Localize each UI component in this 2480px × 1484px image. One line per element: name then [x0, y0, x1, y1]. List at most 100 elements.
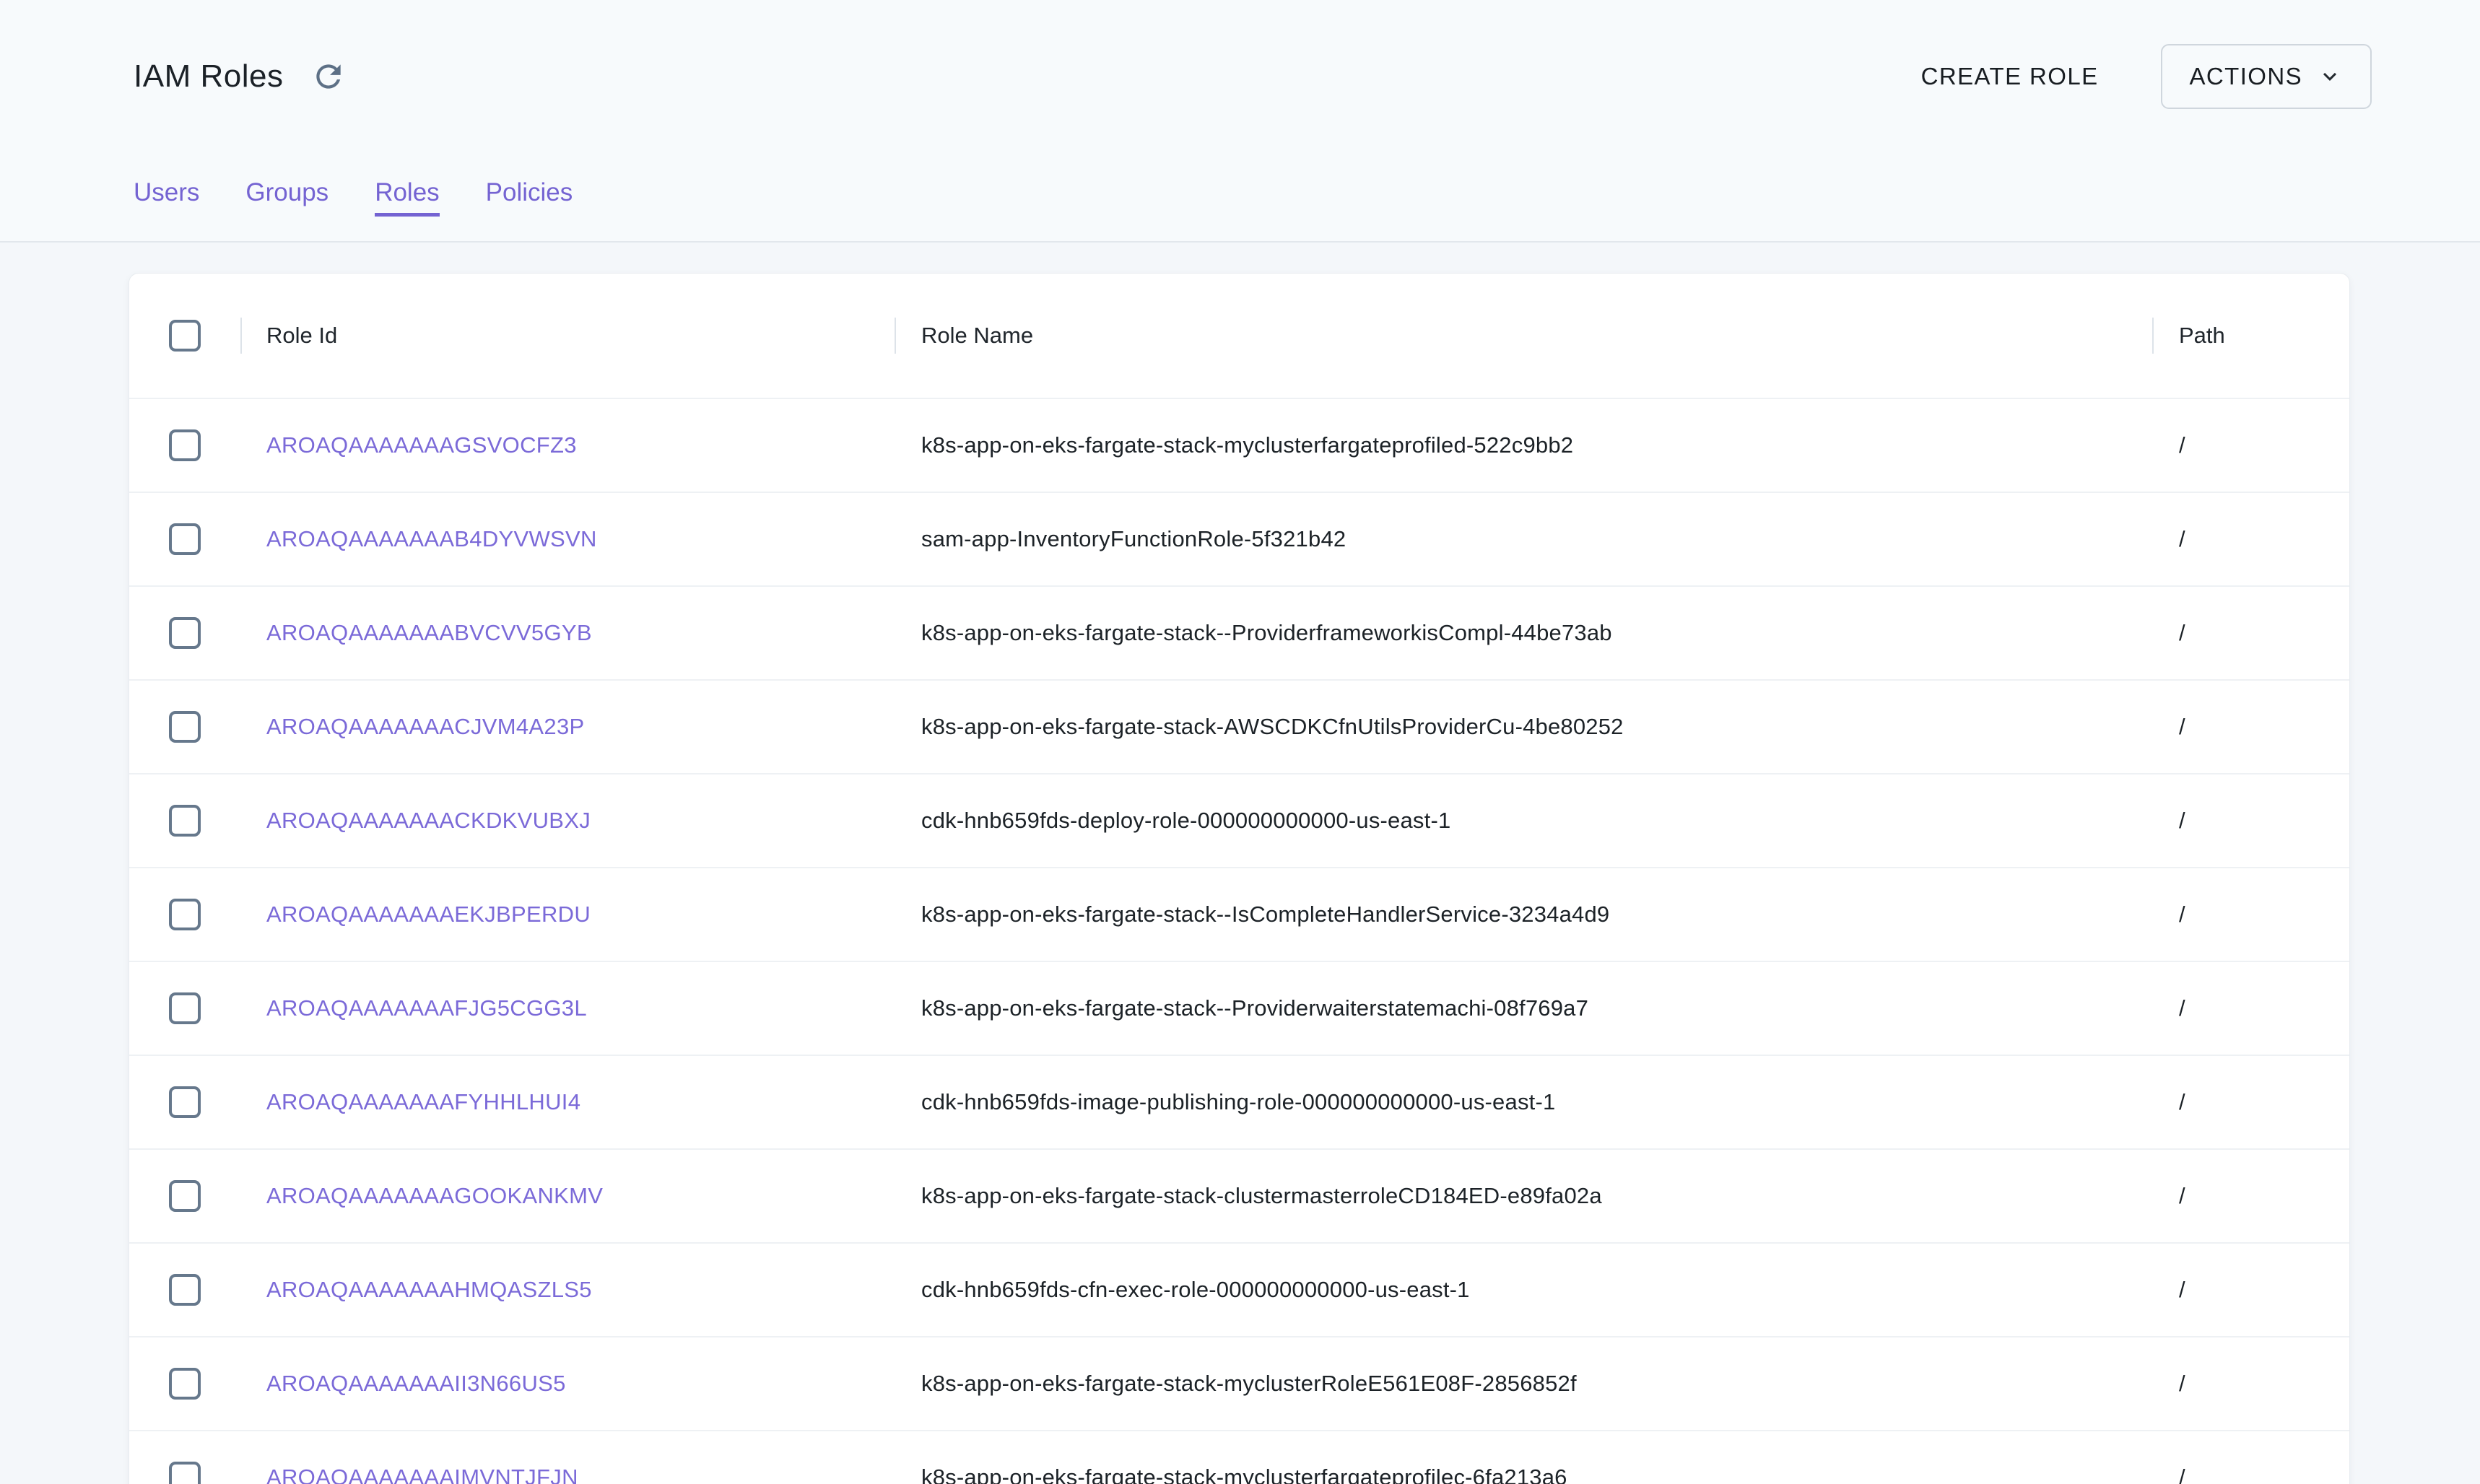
role-name-text: k8s-app-on-eks-fargate-stack-myclusterfa… [921, 1465, 1567, 1484]
path-text: / [2179, 620, 2185, 646]
role-id-cell: AROAQAAAAAAAHMQASZLS5 [240, 1277, 895, 1303]
role-name-cell: cdk-hnb659fds-deploy-role-000000000000-u… [895, 808, 2152, 834]
path-cell: / [2152, 1183, 2349, 1209]
column-header-path: Path [2152, 323, 2349, 349]
column-header-role-id: Role Id [240, 323, 895, 349]
topbar: IAM Roles CREATE ROLE ACTIONS Users Grou… [0, 0, 2480, 243]
row-checkbox-cell [129, 711, 240, 743]
role-id-link[interactable]: AROAQAAAAAAAIMVNTJFJN [266, 1465, 578, 1484]
table-row: AROAQAAAAAAAB4DYVWSVN sam-app-InventoryF… [129, 492, 2349, 585]
row-checkbox[interactable] [169, 523, 201, 555]
row-checkbox[interactable] [169, 1462, 201, 1484]
path-cell: / [2152, 1465, 2349, 1484]
row-checkbox[interactable] [169, 899, 201, 930]
row-checkbox[interactable] [169, 617, 201, 649]
tab-roles[interactable]: Roles [375, 178, 439, 217]
row-checkbox[interactable] [169, 1086, 201, 1118]
row-checkbox-cell [129, 1086, 240, 1118]
role-id-link[interactable]: AROAQAAAAAAAFJG5CGG3L [266, 995, 587, 1021]
table-row: AROAQAAAAAAAFJG5CGG3L k8s-app-on-eks-far… [129, 961, 2349, 1055]
role-name-text: k8s-app-on-eks-fargate-stack--Providerfr… [921, 620, 1612, 646]
row-checkbox[interactable] [169, 1274, 201, 1306]
table-row: AROAQAAAAAAAGOOKANKMV k8s-app-on-eks-far… [129, 1148, 2349, 1242]
table-row: AROAQAAAAAAAII3N66US5 k8s-app-on-eks-far… [129, 1336, 2349, 1430]
path-text: / [2179, 1089, 2185, 1115]
refresh-button[interactable] [305, 53, 352, 100]
tab-users[interactable]: Users [134, 178, 199, 217]
path-text: / [2179, 1371, 2185, 1397]
role-id-cell: AROAQAAAAAAAB4DYVWSVN [240, 526, 895, 552]
row-checkbox-cell [129, 523, 240, 555]
row-checkbox[interactable] [169, 992, 201, 1024]
row-checkbox-cell [129, 1368, 240, 1400]
page-title: IAM Roles [134, 58, 283, 95]
path-text: / [2179, 1465, 2185, 1484]
table-row: AROAQAAAAAAAHMQASZLS5 cdk-hnb659fds-cfn-… [129, 1242, 2349, 1336]
actions-button-label: ACTIONS [2190, 63, 2302, 90]
role-name-text: cdk-hnb659fds-image-publishing-role-0000… [921, 1089, 1555, 1115]
path-text: / [2179, 902, 2185, 928]
role-name-text: sam-app-InventoryFunctionRole-5f321b42 [921, 526, 1346, 552]
path-cell: / [2152, 995, 2349, 1021]
column-header-role-name-label[interactable]: Role Name [921, 323, 1033, 349]
path-text: / [2179, 1277, 2185, 1303]
row-checkbox[interactable] [169, 429, 201, 461]
table-row: AROAQAAAAAAABVCVV5GYB k8s-app-on-eks-far… [129, 585, 2349, 679]
role-id-link[interactable]: AROAQAAAAAAAB4DYVWSVN [266, 526, 597, 552]
path-text: / [2179, 714, 2185, 740]
role-name-text: cdk-hnb659fds-deploy-role-000000000000-u… [921, 808, 1450, 834]
role-id-cell: AROAQAAAAAAAGOOKANKMV [240, 1183, 895, 1209]
role-id-cell: AROAQAAAAAAAFJG5CGG3L [240, 995, 895, 1021]
row-checkbox[interactable] [169, 1180, 201, 1212]
role-name-cell: cdk-hnb659fds-cfn-exec-role-000000000000… [895, 1277, 2152, 1303]
path-text: / [2179, 526, 2185, 552]
role-name-cell: k8s-app-on-eks-fargate-stack-myclusterRo… [895, 1371, 2152, 1397]
row-checkbox-cell [129, 899, 240, 930]
table-row: AROAQAAAAAAAEKJBPERDU k8s-app-on-eks-far… [129, 867, 2349, 961]
path-cell: / [2152, 526, 2349, 552]
role-id-cell: AROAQAAAAAAAII3N66US5 [240, 1371, 895, 1397]
tab-policies[interactable]: Policies [486, 178, 573, 217]
role-id-link[interactable]: AROAQAAAAAAACJVM4A23P [266, 714, 584, 740]
path-cell: / [2152, 1277, 2349, 1303]
table-body: AROAQAAAAAAAGSVOCFZ3 k8s-app-on-eks-farg… [129, 398, 2349, 1484]
role-id-cell: AROAQAAAAAAAEKJBPERDU [240, 902, 895, 928]
table-row: AROAQAAAAAAAIMVNTJFJN k8s-app-on-eks-far… [129, 1430, 2349, 1484]
role-name-cell: k8s-app-on-eks-fargate-stack-myclusterfa… [895, 432, 2152, 458]
column-header-role-name: Role Name [895, 323, 2152, 349]
row-checkbox[interactable] [169, 1368, 201, 1400]
table-row: AROAQAAAAAAAFYHHLHUI4 cdk-hnb659fds-imag… [129, 1055, 2349, 1148]
role-id-cell: AROAQAAAAAAAFYHHLHUI4 [240, 1089, 895, 1115]
role-name-text: k8s-app-on-eks-fargate-stack--Providerwa… [921, 995, 1588, 1021]
role-name-cell: k8s-app-on-eks-fargate-stack-myclusterfa… [895, 1465, 2152, 1484]
actions-button[interactable]: ACTIONS [2161, 44, 2372, 109]
role-id-cell: AROAQAAAAAAACKDKVUBXJ [240, 808, 895, 834]
path-text: / [2179, 1183, 2185, 1209]
column-header-role-id-label[interactable]: Role Id [266, 323, 337, 349]
role-id-cell: AROAQAAAAAAACJVM4A23P [240, 714, 895, 740]
role-id-link[interactable]: AROAQAAAAAAACKDKVUBXJ [266, 808, 591, 834]
role-name-text: k8s-app-on-eks-fargate-stack-myclusterfa… [921, 432, 1573, 458]
row-checkbox[interactable] [169, 711, 201, 743]
role-id-link[interactable]: AROAQAAAAAAAGOOKANKMV [266, 1183, 603, 1209]
table-row: AROAQAAAAAAACKDKVUBXJ cdk-hnb659fds-depl… [129, 773, 2349, 867]
role-id-link[interactable]: AROAQAAAAAAAFYHHLHUI4 [266, 1089, 580, 1115]
role-id-link[interactable]: AROAQAAAAAAABVCVV5GYB [266, 620, 592, 646]
role-name-text: k8s-app-on-eks-fargate-stack-clustermast… [921, 1183, 1602, 1209]
roles-table-card: Role Id Role Name Path AROAQAAAAAAAGSVOC… [129, 273, 2350, 1484]
role-id-link[interactable]: AROAQAAAAAAAHMQASZLS5 [266, 1277, 592, 1303]
path-text: / [2179, 432, 2185, 458]
row-checkbox-cell [129, 992, 240, 1024]
path-cell: / [2152, 432, 2349, 458]
role-id-link[interactable]: AROAQAAAAAAAGSVOCFZ3 [266, 432, 577, 458]
role-id-link[interactable]: AROAQAAAAAAAEKJBPERDU [266, 902, 591, 928]
tab-groups[interactable]: Groups [245, 178, 329, 217]
column-header-path-label[interactable]: Path [2179, 323, 2225, 349]
role-id-cell: AROAQAAAAAAAGSVOCFZ3 [240, 432, 895, 458]
role-id-cell: AROAQAAAAAAABVCVV5GYB [240, 620, 895, 646]
create-role-button[interactable]: CREATE ROLE [1907, 51, 2113, 102]
select-all-checkbox[interactable] [169, 320, 201, 352]
role-id-link[interactable]: AROAQAAAAAAAII3N66US5 [266, 1371, 566, 1397]
table-row: AROAQAAAAAAACJVM4A23P k8s-app-on-eks-far… [129, 679, 2349, 773]
row-checkbox[interactable] [169, 805, 201, 837]
